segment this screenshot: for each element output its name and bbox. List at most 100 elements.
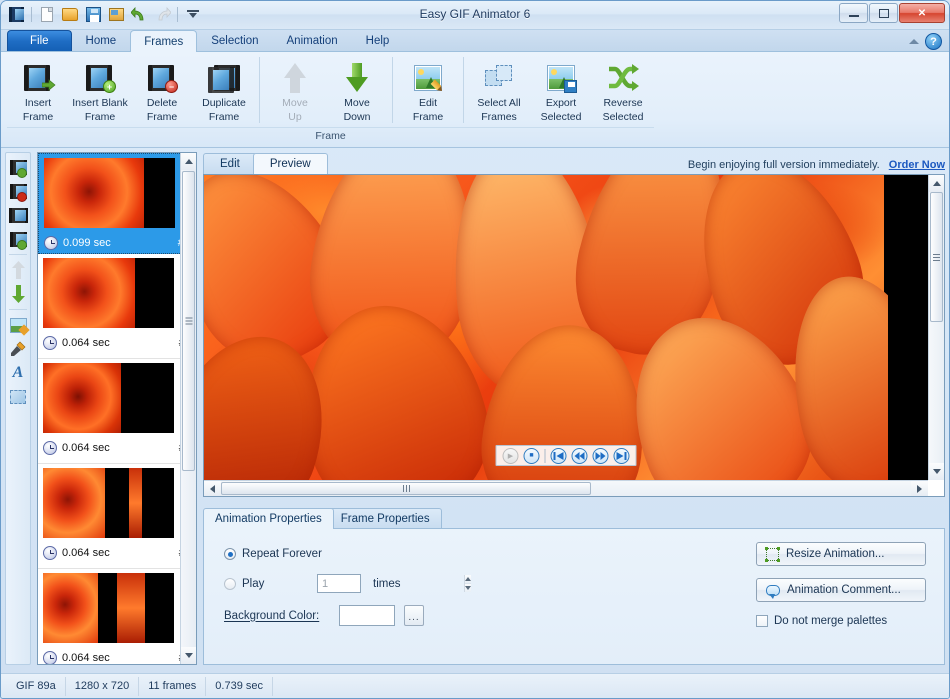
frame-duration: 0.064 sec (62, 651, 110, 664)
ribbon-move-down[interactable]: Move Down (326, 55, 388, 124)
collapse-ribbon-icon[interactable] (909, 39, 919, 44)
play-count-arrows[interactable] (464, 575, 471, 592)
application-window: Easy GIF Animator 6 ✕ File Home Frames S… (0, 0, 950, 699)
add-frame-tool[interactable] (7, 228, 29, 250)
scroll-down-button[interactable] (181, 647, 196, 664)
ribbon-delete-frame[interactable]: − Delete Frame (131, 55, 193, 124)
frame-list-item[interactable]: 0.064 sec #5 (38, 569, 196, 664)
preview-scroll-down-button[interactable] (929, 463, 944, 480)
play-button[interactable]: ▶ (502, 447, 519, 464)
repeat-forever-row[interactable]: Repeat Forever (224, 548, 322, 560)
chevron-down-icon (465, 586, 471, 590)
scroll-up-button[interactable] (181, 153, 196, 170)
maximize-button[interactable] (869, 3, 898, 23)
minimize-button[interactable] (839, 3, 868, 23)
preview-vertical-scrollbar[interactable] (928, 175, 944, 480)
edit-frame-tool[interactable] (7, 314, 30, 336)
preview-hscroll-thumb[interactable] (221, 482, 591, 495)
chevron-up-icon (184, 159, 193, 164)
eyedropper-tool[interactable] (7, 338, 29, 360)
preview-area[interactable]: ▶ ■ (203, 174, 945, 497)
frame-thumbnail (43, 363, 174, 433)
times-label: times (373, 577, 401, 590)
preview-vscroll-thumb[interactable] (930, 192, 943, 322)
play-count-increment[interactable] (465, 575, 471, 584)
tab-file[interactable]: File (7, 30, 72, 51)
move-down-icon (346, 60, 368, 96)
selection-tool[interactable] (7, 386, 29, 408)
tab-animation-properties[interactable]: Animation Properties (203, 508, 334, 529)
chevron-right-icon (917, 484, 922, 493)
ribbon-move-down-label-1: Move (344, 97, 370, 109)
ribbon-separator-2 (392, 57, 393, 123)
tab-home[interactable]: Home (72, 30, 131, 51)
ribbon-move-up[interactable]: Move Up (264, 55, 326, 124)
duplicate-frame-tool[interactable] (7, 204, 29, 226)
ribbon-edit-frame[interactable]: Edit Frame (397, 55, 459, 124)
scrollbar-thumb[interactable] (182, 171, 195, 471)
resize-icon (765, 546, 780, 562)
frames-list-scrollbar[interactable] (180, 153, 196, 664)
previous-frame-button[interactable] (571, 447, 588, 464)
preview-scroll-up-button[interactable] (929, 175, 944, 192)
play-times-row[interactable]: Play times (224, 574, 471, 593)
tab-frame-properties[interactable]: Frame Properties (328, 508, 442, 529)
preview-scroll-right-button[interactable] (911, 481, 928, 496)
tab-frames[interactable]: Frames (130, 30, 198, 52)
move-up-tool[interactable] (7, 259, 29, 281)
preview-scroll-left-button[interactable] (204, 481, 221, 496)
tab-help[interactable]: Help (352, 30, 404, 51)
animation-preview-image (204, 175, 928, 480)
animation-comment-button[interactable]: Animation Comment... (756, 578, 926, 602)
ribbon-select-all-frames[interactable]: Select All Frames (468, 55, 530, 124)
move-down-tool[interactable] (7, 283, 29, 305)
ribbon-insert-blank-frame[interactable]: + Insert Blank Frame (69, 55, 131, 124)
ribbon-export-selected-label-2: Selected (540, 110, 582, 123)
frames-list[interactable]: 0.099 sec #1 0.064 sec #2 (37, 152, 197, 665)
animation-comment-label: Animation Comment... (787, 584, 901, 596)
resize-animation-button[interactable]: Resize Animation... (756, 542, 926, 566)
ribbon-duplicate-frame[interactable]: Duplicate Frame (193, 55, 255, 124)
ribbon: Insert Frame + Insert Blank Frame − Dele… (1, 52, 949, 148)
ribbon-move-down-label-2: Down (343, 110, 371, 123)
preview-canvas[interactable]: ▶ ■ (204, 175, 928, 480)
last-frame-button[interactable] (613, 447, 630, 464)
do-not-merge-palettes-checkbox[interactable] (756, 615, 768, 627)
help-icon[interactable]: ? (925, 33, 942, 50)
tab-animation[interactable]: Animation (273, 30, 352, 51)
tab-selection[interactable]: Selection (197, 30, 272, 51)
ribbon-export-selected[interactable]: Export Selected (530, 55, 592, 124)
insert-frame-tool[interactable] (7, 156, 29, 178)
ribbon-reverse-selected[interactable]: Reverse Selected (592, 55, 654, 124)
do-not-merge-palettes-row[interactable]: Do not merge palettes (756, 615, 926, 627)
do-not-merge-palettes-label: Do not merge palettes (774, 615, 888, 627)
main-panel: Edit Preview Begin enjoying full version… (203, 152, 945, 665)
chevron-down-icon (184, 653, 193, 658)
tab-preview[interactable]: Preview (252, 153, 328, 174)
scrollbar-grip-icon (402, 485, 410, 492)
play-times-radio[interactable] (224, 577, 236, 590)
tab-edit[interactable]: Edit (203, 153, 257, 174)
play-count-stepper[interactable] (317, 574, 471, 593)
background-color-browse-button[interactable]: ... (404, 605, 424, 626)
ribbon-insert-frame[interactable]: Insert Frame (7, 55, 69, 124)
next-frame-button[interactable] (592, 447, 609, 464)
frame-list-item[interactable]: 0.099 sec #1 (38, 153, 196, 254)
ribbon-tab-right-controls: ? (909, 33, 949, 51)
frame-list-item[interactable]: 0.064 sec #3 (38, 359, 196, 464)
frame-list-item[interactable]: 0.064 sec #2 (38, 254, 196, 359)
close-button[interactable]: ✕ (899, 3, 945, 23)
first-frame-button[interactable] (550, 447, 567, 464)
text-tool[interactable]: A (7, 362, 29, 384)
comment-bubble-icon (766, 584, 780, 599)
move-down-arrow-icon (11, 285, 25, 303)
background-color-label: Background Color: (224, 609, 320, 622)
stop-button[interactable]: ■ (523, 447, 540, 464)
delete-frame-tool[interactable] (7, 180, 29, 202)
frame-list-item[interactable]: 0.064 sec #4 (38, 464, 196, 569)
repeat-forever-radio[interactable] (224, 548, 236, 560)
order-now-link[interactable]: Order Now (889, 159, 945, 171)
background-color-swatch[interactable] (339, 605, 395, 626)
preview-horizontal-scrollbar[interactable] (204, 480, 928, 496)
play-count-decrement[interactable] (465, 584, 471, 592)
